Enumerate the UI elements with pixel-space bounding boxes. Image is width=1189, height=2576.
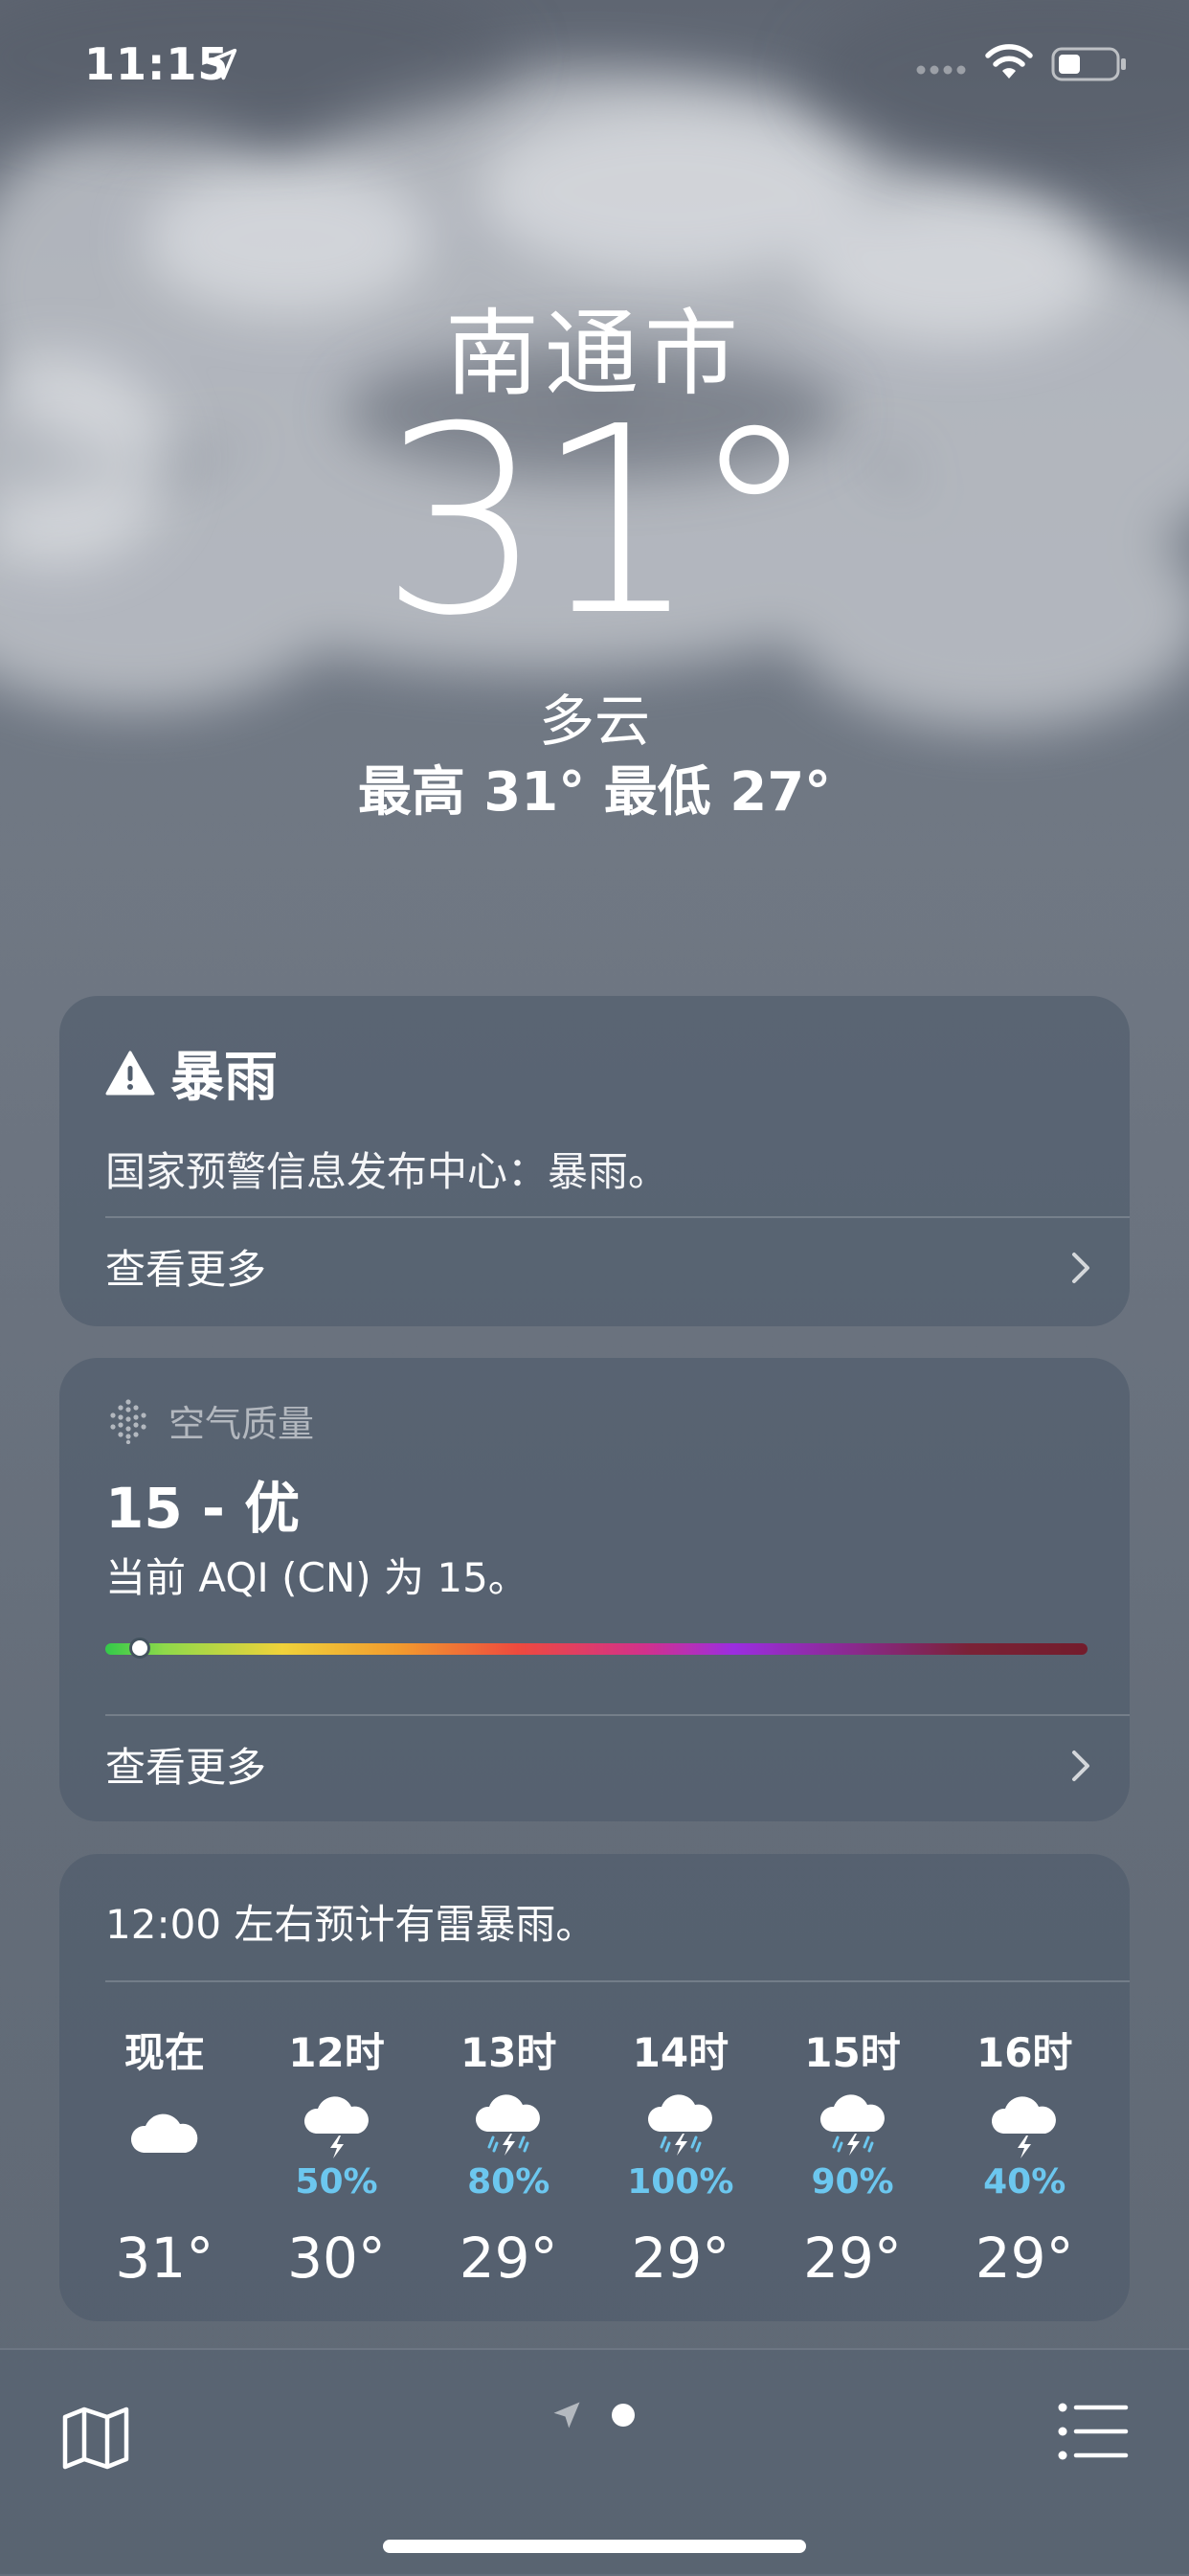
hour-temperature: 29° [459,2226,558,2291]
hour-label: 16时 [976,2029,1073,2076]
precip-probability: 80% [467,2162,550,2202]
current-location-page-icon[interactable] [550,2398,584,2432]
forecast-summary: 12:00 左右预计有雷暴雨。 [105,1901,596,1948]
see-more-label: 查看更多 [105,1743,267,1791]
current-temperature: 31° [379,371,819,672]
cloud-icon [130,2113,198,2153]
hour-label: 13时 [460,2029,557,2076]
aqi-scale-indicator [128,1638,150,1659]
hour-temperature: 29° [975,2226,1074,2291]
signal-icon [916,65,966,75]
hour-temperature: 29° [803,2226,902,2291]
alert-title: 暴雨 [170,1047,278,1109]
see-more-label: 查看更多 [105,1245,267,1293]
hourly-forecast-list[interactable]: 现在 31° 12时 50% 30° 13时 80% 29° 14时 100% … [79,2021,1110,2298]
alert-body: 国家预警信息发布中心：暴雨。 [105,1148,669,1195]
thunderstorm-rain-icon [647,2094,712,2156]
thunderstorm-rain-icon [819,2094,885,2156]
precip-probability: 50% [295,2162,378,2202]
precip-probability: 90% [811,2162,894,2202]
hour-item: 14时 100% 29° [594,2021,767,2298]
hour-label: 14时 [632,2029,729,2076]
hour-label: 现在 [123,2029,205,2076]
hour-item: 16时 40% 29° [938,2021,1110,2298]
alert-title-row: 暴雨 [105,1034,278,1112]
home-indicator[interactable] [383,2540,806,2553]
thunderstorm-icon [992,2096,1057,2158]
current-condition: 多云 [538,689,650,754]
chevron-right-icon [1072,1751,1089,1781]
hour-label: 12时 [288,2029,385,2076]
air-quality-see-more-button[interactable]: 查看更多 [105,1716,1130,1812]
status-bar: 11:15 [0,0,1189,134]
hour-item: 现在 31° [79,2021,251,2298]
aqi-scale-bar [105,1643,1088,1655]
hour-item: 15时 90% 29° [767,2021,939,2298]
page-dot[interactable] [612,2404,635,2427]
air-quality-header: 空气质量 [105,1394,314,1447]
hour-item: 13时 80% 29° [422,2021,594,2298]
warning-triangle-icon [105,1051,155,1095]
wifi-icon [985,44,1033,79]
location-arrow-icon [205,48,237,80]
hour-temperature: 31° [115,2226,214,2291]
battery-icon [1051,47,1126,81]
list-icon[interactable] [1057,2400,1130,2463]
precip-probability: 100% [627,2162,734,2202]
air-quality-label: 空气质量 [168,1403,315,1445]
hour-temperature: 30° [287,2226,386,2291]
hour-label: 15时 [804,2029,901,2076]
high-low-temperature: 最高 31° 最低 27° [357,761,832,824]
map-icon[interactable] [59,2404,132,2473]
bottom-toolbar [0,2348,1189,2576]
divider [105,1980,1130,1982]
air-quality-icon [110,1398,146,1444]
chevron-right-icon [1072,1253,1089,1283]
air-quality-card[interactable]: 空气质量 15 - 优 当前 AQI (CN) 为 15。 查看更多 [59,1358,1130,1821]
thunderstorm-rain-icon [476,2094,541,2156]
hour-temperature: 29° [631,2226,730,2291]
hour-item: 12时 50% 30° [251,2021,423,2298]
precip-probability: 40% [983,2162,1066,2202]
severe-weather-alert-card[interactable]: 暴雨 国家预警信息发布中心：暴雨。 查看更多 [59,996,1130,1326]
thunderstorm-icon [303,2096,369,2158]
alert-see-more-button[interactable]: 查看更多 [105,1218,1130,1314]
hourly-forecast-card[interactable]: 12:00 左右预计有雷暴雨。 现在 31° 12时 50% 30° 13时 8… [59,1854,1130,2321]
aqi-value: 15 - 优 [105,1476,301,1541]
aqi-description: 当前 AQI (CN) 为 15。 [105,1554,528,1601]
